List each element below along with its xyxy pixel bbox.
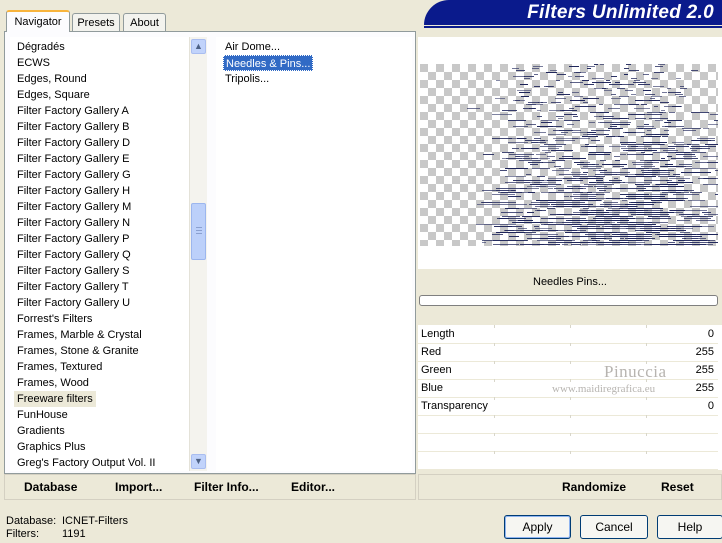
category-item[interactable]: Filter Factory Gallery U <box>17 295 130 311</box>
help-button[interactable]: Help <box>657 515 722 539</box>
category-item[interactable]: ECWS <box>17 55 50 71</box>
chevron-down-icon[interactable]: ▼ <box>191 454 206 469</box>
category-item[interactable]: Filter Factory Gallery D <box>17 135 130 151</box>
tab-navigator[interactable]: Navigator <box>6 10 70 32</box>
database-button[interactable]: Database <box>24 480 77 494</box>
parameter-row: Transparency 0 <box>418 397 718 416</box>
category-item[interactable]: Filter Factory Gallery H <box>17 183 130 199</box>
parameter-label: Green <box>421 364 452 376</box>
tab-about[interactable]: About <box>123 13 166 31</box>
watermark-url: www.maidiregrafica.eu <box>552 383 656 395</box>
randomize-button[interactable]: Randomize <box>562 480 626 494</box>
editor-button[interactable]: Editor... <box>291 480 335 494</box>
import-button[interactable]: Import... <box>115 480 162 494</box>
parameter-value[interactable]: 0 <box>708 400 714 412</box>
category-item[interactable]: Filter Factory Gallery A <box>17 103 129 119</box>
category-item[interactable]: Gradients <box>17 423 65 439</box>
parameter-row <box>418 415 718 434</box>
parameter-row <box>418 433 718 452</box>
category-item[interactable]: Freeware filters <box>14 391 96 407</box>
category-item[interactable]: Filter Factory Gallery Q <box>17 247 131 263</box>
category-item[interactable]: Forrest's Filters <box>17 311 92 327</box>
category-item[interactable]: Frames, Stone & Granite <box>17 343 139 359</box>
watermark-name: Pinuccia <box>604 362 667 381</box>
parameter-row <box>418 451 718 470</box>
tab-presets[interactable]: Presets <box>72 13 120 31</box>
parameter-row: Length 0 <box>418 325 718 344</box>
category-item[interactable]: Frames, Textured <box>17 359 102 375</box>
filters-label: Filters: <box>6 528 39 540</box>
category-scrollbar[interactable]: ▲ ▼ <box>189 37 207 471</box>
filter-list[interactable]: Air Dome... Needles & Pins... Tripolis... <box>216 37 412 471</box>
chevron-up-icon[interactable]: ▲ <box>191 39 206 54</box>
parameter-label: Red <box>421 346 442 358</box>
category-item[interactable]: FunHouse <box>17 407 68 423</box>
parameter-panel: Length 0 Red 255 Green 255 Blue 255 Transparency… <box>418 325 722 470</box>
preview-image <box>420 64 718 246</box>
preview-filter-name: Needles Pins... <box>533 276 607 288</box>
database-value: ICNET-Filters <box>62 515 128 527</box>
category-item[interactable]: Filter Factory Gallery B <box>17 119 129 135</box>
category-item[interactable]: Frames, Wood <box>17 375 89 391</box>
parameter-row: Green 255 <box>418 361 718 380</box>
filter-item[interactable]: Air Dome... <box>223 39 282 55</box>
category-list[interactable]: Dégradés ECWS Edges, Round Edges, Square Fil… <box>10 37 190 471</box>
database-label: Database: <box>6 515 57 527</box>
app-title: Filters Unlimited 2.0 <box>527 2 714 23</box>
banner-divider <box>424 26 722 28</box>
parameter-value[interactable]: 255 <box>696 346 714 358</box>
cancel-button[interactable]: Cancel <box>580 515 648 539</box>
filters-count: 1191 <box>62 528 86 540</box>
parameter-label: Length <box>421 328 455 340</box>
category-item[interactable]: Filter Factory Gallery M <box>17 199 131 215</box>
category-item[interactable]: Filter Factory Gallery E <box>17 151 129 167</box>
apply-button[interactable]: Apply <box>504 515 571 539</box>
category-item[interactable]: Filter Factory Gallery P <box>17 231 129 247</box>
category-item[interactable]: Dégradés <box>17 39 65 55</box>
parameter-value[interactable]: 255 <box>696 382 714 394</box>
category-item[interactable]: Filter Factory Gallery N <box>17 215 130 231</box>
category-item[interactable]: Edges, Round <box>17 71 87 87</box>
filter-item[interactable]: Tripolis... <box>223 71 271 87</box>
category-item[interactable]: Filter Factory Gallery G <box>17 167 131 183</box>
filter-info-button[interactable]: Filter Info... <box>194 480 259 494</box>
category-item[interactable]: Filter Factory Gallery S <box>17 263 129 279</box>
parameter-value[interactable]: 0 <box>708 328 714 340</box>
category-item[interactable]: Frames, Marble & Crystal <box>17 327 142 343</box>
parameter-label: Blue <box>421 382 444 394</box>
parameter-label: Transparency <box>421 400 488 412</box>
parameter-value[interactable]: 255 <box>696 364 714 376</box>
category-item[interactable]: Greg's Factory Output Vol. II <box>17 455 155 471</box>
category-item[interactable]: Filter Factory Gallery T <box>17 279 129 295</box>
category-item[interactable]: Graphics Plus <box>17 439 85 455</box>
parameter-row: Red 255 <box>418 343 718 362</box>
filter-item[interactable]: Needles & Pins... <box>223 55 314 71</box>
reset-button[interactable]: Reset <box>661 480 694 494</box>
scrollbar-thumb[interactable] <box>191 203 206 260</box>
category-item[interactable]: Edges, Square <box>17 87 90 103</box>
progress-bar <box>419 295 718 306</box>
